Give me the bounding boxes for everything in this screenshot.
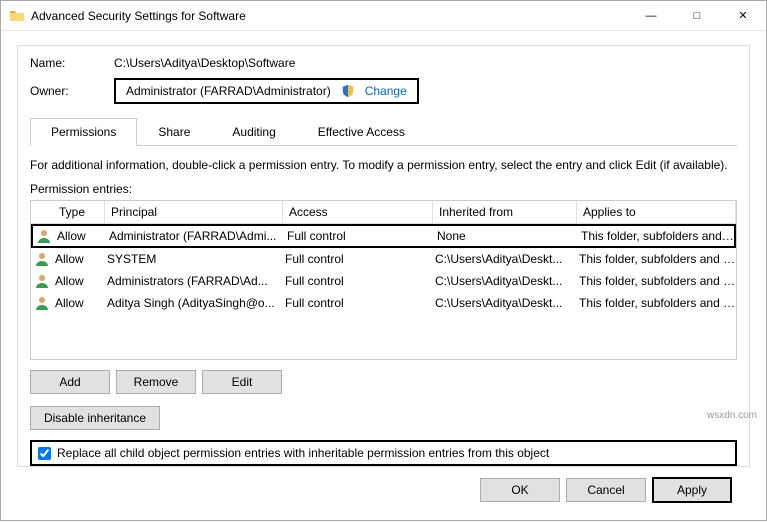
cell-type: Allow	[53, 274, 105, 288]
cell-principal: Administrator (FARRAD\Admi...	[107, 229, 285, 243]
inner-panel: Name: C:\Users\Aditya\Desktop\Software O…	[17, 45, 750, 467]
col-icon[interactable]	[31, 201, 53, 223]
name-row: Name: C:\Users\Aditya\Desktop\Software	[30, 56, 737, 70]
dialog-footer: OK Cancel Apply	[17, 467, 750, 513]
cell-access: Full control	[285, 229, 435, 243]
col-principal[interactable]: Principal	[105, 201, 283, 223]
cell-access: Full control	[283, 274, 433, 288]
cell-inherited: C:\Users\Aditya\Deskt...	[433, 252, 577, 266]
table-row[interactable]: AllowSYSTEMFull controlC:\Users\Aditya\D…	[31, 248, 736, 270]
cell-principal: Administrators (FARRAD\Ad...	[105, 274, 283, 288]
table-row[interactable]: AllowAdministrator (FARRAD\Admi...Full c…	[31, 224, 736, 248]
cell-inherited: None	[435, 229, 579, 243]
ok-button[interactable]: OK	[480, 478, 560, 502]
user-icon	[34, 251, 50, 267]
user-icon	[36, 228, 52, 244]
window-title: Advanced Security Settings for Software	[31, 9, 628, 23]
owner-box: Administrator (FARRAD\Administrator) Cha…	[114, 78, 419, 104]
shield-icon	[341, 84, 355, 98]
cell-principal: Aditya Singh (AdityaSingh@o...	[105, 296, 283, 310]
permission-entries-label: Permission entries:	[30, 182, 737, 196]
cell-applies: This folder, subfolders and files	[577, 274, 736, 288]
disable-inheritance-button[interactable]: Disable inheritance	[30, 406, 160, 430]
col-type[interactable]: Type	[53, 201, 105, 223]
grid-body: AllowAdministrator (FARRAD\Admi...Full c…	[31, 224, 736, 314]
grid-header: Type Principal Access Inherited from App…	[31, 201, 736, 224]
replace-checkbox[interactable]	[38, 447, 51, 460]
cell-applies: This folder, subfolders and files	[577, 296, 736, 310]
permission-grid: Type Principal Access Inherited from App…	[30, 200, 737, 360]
titlebar: Advanced Security Settings for Software …	[1, 1, 766, 31]
apply-button[interactable]: Apply	[652, 477, 732, 503]
tab-share[interactable]: Share	[137, 118, 211, 145]
remove-button[interactable]: Remove	[116, 370, 196, 394]
user-icon	[34, 273, 50, 289]
col-inherited[interactable]: Inherited from	[433, 201, 577, 223]
replace-checkbox-label: Replace all child object permission entr…	[57, 446, 549, 460]
user-icon	[34, 295, 50, 311]
folder-icon	[9, 8, 25, 24]
cell-access: Full control	[283, 252, 433, 266]
cell-inherited: C:\Users\Aditya\Deskt...	[433, 274, 577, 288]
cell-type: Allow	[53, 296, 105, 310]
col-applies[interactable]: Applies to	[577, 201, 736, 223]
content-area: Name: C:\Users\Aditya\Desktop\Software O…	[1, 31, 766, 523]
name-label: Name:	[30, 56, 114, 70]
tab-effective-access[interactable]: Effective Access	[297, 118, 426, 145]
table-row[interactable]: AllowAdministrators (FARRAD\Ad...Full co…	[31, 270, 736, 292]
close-button[interactable]: ✕	[720, 1, 766, 31]
cell-inherited: C:\Users\Aditya\Deskt...	[433, 296, 577, 310]
cell-type: Allow	[53, 252, 105, 266]
tab-permissions[interactable]: Permissions	[30, 118, 137, 146]
col-access[interactable]: Access	[283, 201, 433, 223]
tabs: Permissions Share Auditing Effective Acc…	[30, 118, 737, 146]
name-value: C:\Users\Aditya\Desktop\Software	[114, 56, 295, 70]
cell-applies: This folder, subfolders and files	[577, 252, 736, 266]
owner-label: Owner:	[30, 84, 114, 98]
cancel-button[interactable]: Cancel	[566, 478, 646, 502]
watermark: wsxdn.com	[707, 410, 757, 421]
table-row[interactable]: AllowAditya Singh (AdityaSingh@o...Full …	[31, 292, 736, 314]
cell-access: Full control	[283, 296, 433, 310]
edit-button[interactable]: Edit	[202, 370, 282, 394]
owner-row: Owner: Administrator (FARRAD\Administrat…	[30, 78, 737, 104]
minimize-button[interactable]: ―	[628, 1, 674, 31]
cell-principal: SYSTEM	[105, 252, 283, 266]
tab-auditing[interactable]: Auditing	[211, 118, 296, 145]
add-button[interactable]: Add	[30, 370, 110, 394]
maximize-button[interactable]: □	[674, 1, 720, 31]
owner-value: Administrator (FARRAD\Administrator)	[126, 84, 331, 98]
change-link[interactable]: Change	[365, 84, 407, 98]
entry-buttons-row: Add Remove Edit	[30, 370, 737, 394]
dialog-window: Advanced Security Settings for Software …	[0, 0, 767, 521]
cell-applies: This folder, subfolders and files	[579, 229, 734, 243]
info-text: For additional information, double-click…	[30, 158, 737, 172]
cell-type: Allow	[55, 229, 107, 243]
replace-checkbox-box: Replace all child object permission entr…	[30, 440, 737, 466]
